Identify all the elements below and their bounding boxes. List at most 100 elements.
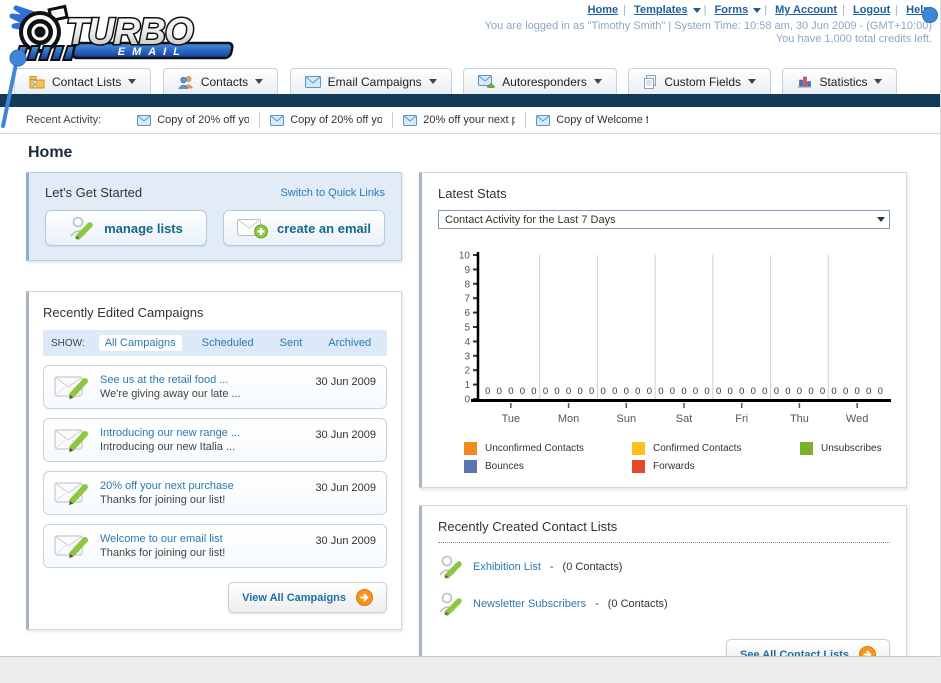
tab-autoresponders[interactable]: Autoresponders (463, 68, 617, 94)
svg-text:0: 0 (464, 395, 470, 406)
svg-text:5: 5 (464, 323, 470, 334)
svg-text:0: 0 (543, 386, 548, 397)
envelope-icon (304, 75, 321, 88)
svg-text:0: 0 (577, 386, 582, 397)
pages-icon (644, 74, 657, 89)
filter-archived[interactable]: Archived (322, 335, 377, 351)
chevron-down-icon (877, 217, 885, 222)
legend-item: Unsubscribes (800, 442, 890, 455)
campaign-row[interactable]: Introducing our new range ... Introducin… (43, 418, 387, 462)
svg-text:0: 0 (658, 386, 663, 397)
svg-text:0: 0 (808, 386, 813, 397)
view-all-campaigns-button[interactable]: View All Campaigns (228, 582, 387, 613)
campaign-row[interactable]: Welcome to our email list Thanks for joi… (43, 524, 387, 568)
legend-swatch (464, 442, 477, 455)
svg-text:0: 0 (704, 386, 709, 397)
recent-activity-item[interactable]: Copy of 20% off yo (260, 112, 394, 128)
campaign-row[interactable]: See us at the retail food ... We're givi… (43, 365, 387, 409)
header: EMAIL TURBO Home | Templates | Forms | My A… (0, 0, 940, 64)
filter-sent[interactable]: Sent (274, 335, 309, 351)
campaign-date: 30 Jun 2009 (315, 535, 376, 547)
svg-text:0: 0 (693, 386, 698, 397)
page: EMAIL TURBO Home | Templates | Forms | My A… (0, 0, 941, 657)
svg-text:0: 0 (854, 386, 859, 397)
chevron-down-icon (692, 7, 701, 13)
svg-text:0: 0 (497, 386, 502, 397)
envelope-icon (137, 114, 152, 126)
chevron-down-icon (255, 79, 264, 84)
svg-text:0: 0 (762, 386, 767, 397)
recent-activity-item[interactable]: 20% off your next p (393, 112, 527, 128)
tab-label: Contact Lists (52, 74, 122, 89)
recent-activity-item[interactable]: Copy of Welcome to (526, 112, 658, 128)
campaign-title-link[interactable]: Introducing our new range ... (100, 427, 305, 439)
campaigns-panel: Recently Edited Campaigns SHOW: All Camp… (26, 291, 402, 630)
stats-period-select[interactable]: Contact Activity for the Last 7 Days (438, 210, 890, 229)
switch-quick-links[interactable]: Switch to Quick Links (280, 187, 385, 199)
contact-list-link[interactable]: Exhibition List (473, 561, 541, 573)
legend-item: Forwards (632, 460, 800, 473)
page-title: Home (28, 144, 73, 161)
logo-turbo-text: TURBO (66, 11, 194, 52)
chevron-down-icon (748, 79, 757, 84)
svg-text:Thu: Thu (790, 413, 809, 425)
contact-list-link[interactable]: Newsletter Subscribers (473, 598, 586, 610)
get-started-panel: Let's Get Started Switch to Quick Links … (26, 172, 402, 261)
tab-statistics[interactable]: Statistics (782, 68, 898, 94)
credits-info: You have 1,000 total credits left. (775, 33, 932, 45)
contact-list-count: (0 Contacts) (607, 598, 668, 610)
top-nav: Home | Templates | Forms | My Account | Logo… (587, 4, 930, 16)
see-all-contact-lists-button[interactable]: See All Contact Lists (725, 639, 890, 656)
campaigns-title: Recently Edited Campaigns (43, 305, 204, 320)
tab-email-campaigns[interactable]: Email Campaigns (289, 68, 452, 94)
contact-list-row[interactable]: Newsletter Subscribers - (0 Contacts) (438, 591, 890, 617)
svg-text:0: 0 (728, 386, 733, 397)
chart-legend: Unconfirmed Contacts Confirmed Contacts … (464, 442, 890, 473)
envelope-icon (536, 114, 551, 126)
tab-custom-fields[interactable]: Custom Fields (628, 68, 772, 94)
nav-forms-link[interactable]: Forms (715, 4, 749, 16)
contact-list-count: (0 Contacts) (562, 561, 623, 573)
manage-lists-button[interactable]: manage lists (45, 210, 207, 246)
header-right: Home | Templates | Forms | My Account | Logo… (484, 4, 938, 45)
svg-text:0: 0 (866, 386, 871, 397)
navy-divider-bar (0, 94, 940, 107)
tab-contact-lists[interactable]: Contact Lists (14, 68, 152, 94)
legend-swatch (632, 460, 645, 473)
nav-home-link[interactable]: Home (588, 4, 619, 16)
svg-text:0: 0 (647, 386, 652, 397)
main-tabbar: Contact Lists Contacts Email Campaigns A… (0, 64, 940, 94)
campaign-title-link[interactable]: 20% off your next purchase (100, 480, 305, 492)
contact-lists-panel: Recently Created Contact Lists Exhibitio… (419, 505, 907, 656)
tab-contacts[interactable]: Contacts (162, 68, 279, 94)
folder-icon (29, 75, 45, 88)
tab-label: Email Campaigns (327, 74, 422, 89)
campaign-subtitle: Thanks for joining our list! (100, 494, 226, 506)
campaign-title-link[interactable]: See us at the retail food ... (100, 374, 305, 386)
chevron-down-icon (593, 79, 602, 84)
campaign-row[interactable]: 20% off your next purchase Thanks for jo… (43, 471, 387, 515)
svg-text:9: 9 (464, 265, 470, 276)
login-info: You are logged in as "Timothy Smith" | S… (484, 20, 932, 32)
campaign-title-link[interactable]: Welcome to our email list (100, 533, 305, 545)
svg-text:0: 0 (681, 386, 686, 397)
svg-text:0: 0 (739, 386, 744, 397)
nav-my-account-link[interactable]: My Account (775, 4, 837, 16)
svg-text:Sat: Sat (676, 413, 693, 425)
filter-scheduled[interactable]: Scheduled (196, 335, 260, 351)
create-email-button[interactable]: create an email (223, 210, 385, 246)
tab-label: Custom Fields (664, 74, 742, 89)
envelope-icon (270, 114, 285, 126)
svg-text:Wed: Wed (846, 413, 868, 425)
svg-text:0: 0 (601, 386, 606, 397)
svg-text:6: 6 (464, 308, 470, 319)
envelope-pencil-icon (54, 376, 88, 399)
nav-logout-link[interactable]: Logout (853, 4, 890, 16)
contact-lists-title: Recently Created Contact Lists (438, 519, 618, 534)
filter-all-campaigns[interactable]: All Campaigns (98, 335, 182, 351)
corner-dot-decoration (922, 7, 938, 23)
nav-templates-link[interactable]: Templates (634, 4, 688, 16)
contact-list-row[interactable]: Exhibition List - (0 Contacts) (438, 554, 890, 580)
recent-activity-item[interactable]: Copy of 20% off yo (127, 112, 261, 128)
svg-text:1: 1 (464, 380, 470, 391)
